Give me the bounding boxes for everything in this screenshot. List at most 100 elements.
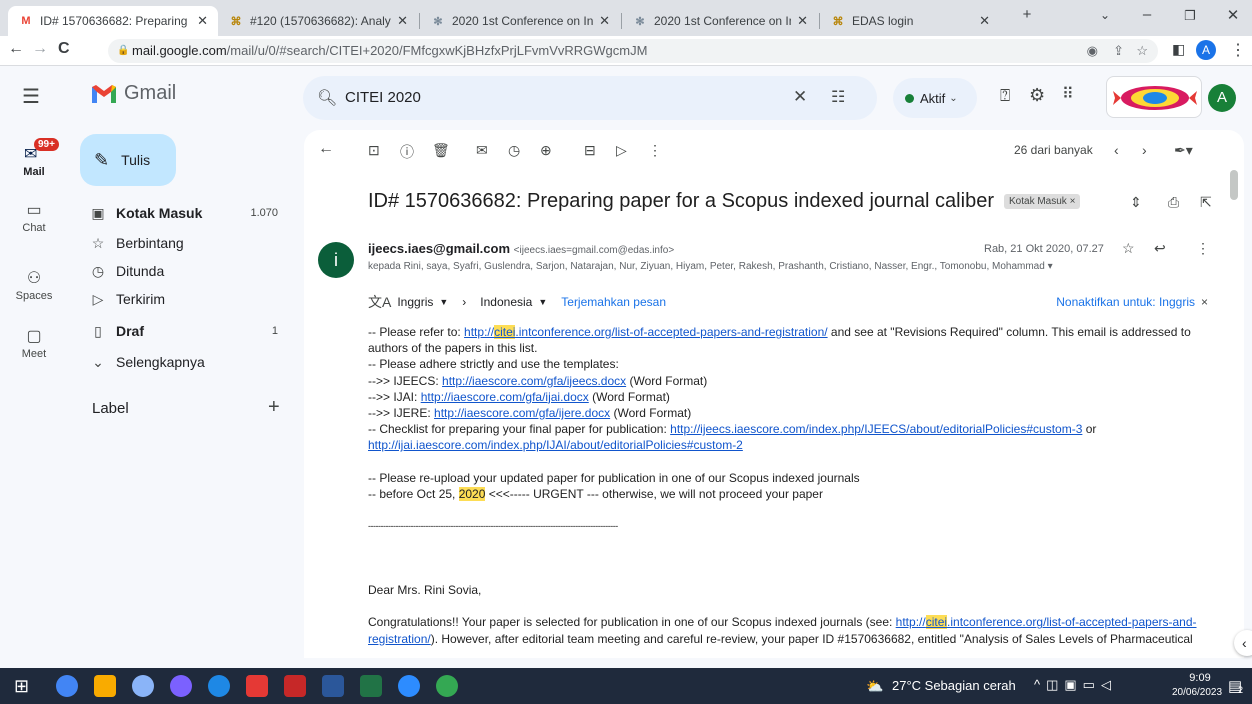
tray-icons[interactable]: ^◫▣▭◁ — [1034, 677, 1117, 693]
browser-tab-edas-login[interactable]: ⌘ EDAS login ✕ — [820, 6, 1000, 36]
add-task-icon[interactable]: ⊕ — [540, 142, 552, 159]
share-icon[interactable]: ⇪ — [1113, 39, 1124, 63]
winrar-icon[interactable] — [284, 675, 306, 697]
more-options-icon[interactable]: ⋮ — [1196, 240, 1210, 257]
ijere-template-link[interactable]: http://iaescore.com/gfa/ijere.docx — [434, 406, 610, 420]
archive-icon[interactable]: ⊡ — [368, 142, 380, 159]
new-tab-button[interactable]: + — [1012, 6, 1042, 23]
browser-tab-conference-2[interactable]: ✻ 2020 1st Conference on Inter ✕ — [622, 6, 818, 36]
reply-icon[interactable]: ↩ — [1154, 240, 1166, 257]
edge-taskbar-icon[interactable] — [208, 675, 230, 697]
back-arrow-icon[interactable]: ← — [8, 40, 24, 58]
account-avatar[interactable]: A — [1208, 84, 1236, 112]
ijeecs-template-link[interactable]: http://iaescore.com/gfa/ijeecs.docx — [442, 374, 626, 388]
newer-chevron-icon[interactable]: ‹ — [1114, 142, 1119, 158]
ijai-checklist-link[interactable]: http://ijai.iaescore.com/index.php/IJAI/… — [368, 438, 743, 452]
more-options-icon[interactable]: ⋮ — [648, 142, 662, 159]
help-icon[interactable]: ⍰ — [1000, 86, 1010, 106]
close-tab-icon[interactable]: ✕ — [599, 13, 610, 29]
address-bar[interactable]: 🔒 mail.google.com/mail/u/0/#search/CITEI… — [108, 39, 1158, 63]
rail-mail[interactable]: ✉ 99+ Mail — [0, 138, 68, 178]
minimize-button[interactable]: – — [1132, 6, 1162, 23]
side-panel-icon[interactable]: ◧ — [1172, 41, 1185, 58]
recipients-line[interactable]: kepada Rini, saya, Syafri, Guslendra, Sa… — [368, 261, 1053, 272]
search-input[interactable]: CITEI 2020 — [345, 89, 421, 106]
tab-search-icon[interactable]: ⌄ — [1090, 8, 1120, 22]
app-taskbar-icon[interactable] — [132, 675, 154, 697]
gmail-logo[interactable]: Gmail — [90, 82, 176, 105]
compose-button[interactable]: ✎ Tulis — [80, 134, 176, 186]
rail-spaces[interactable]: ⚇ Spaces — [0, 268, 68, 302]
expand-all-icon[interactable]: ⇕ — [1130, 194, 1142, 211]
nav-item-more[interactable]: ⌄ Selengkapnya — [80, 346, 290, 378]
add-label-icon[interactable]: + — [268, 396, 280, 419]
sender-name[interactable]: ijeecs.iaes@gmail.com — [368, 241, 510, 256]
main-menu-icon[interactable]: ☰ — [22, 84, 40, 109]
close-tab-icon[interactable]: ✕ — [979, 13, 990, 29]
delete-icon[interactable]: 🗑︎ — [432, 142, 450, 159]
clear-search-icon[interactable]: ✕ — [793, 87, 807, 107]
chrome-profile-icon[interactable] — [436, 675, 458, 697]
browser-tab-conference-1[interactable]: ✻ 2020 1st Conference on Inter ✕ — [420, 6, 620, 36]
search-icon[interactable]: 🔍︎ — [317, 88, 337, 108]
forward-arrow-icon[interactable]: → — [32, 40, 48, 58]
apps-grid-icon[interactable]: ⠿ — [1062, 84, 1074, 104]
back-to-list-icon[interactable]: ← — [318, 140, 334, 158]
close-icon[interactable]: × — [1201, 295, 1208, 309]
ijeecs-checklist-link[interactable]: http://ijeecs.iaescore.com/index.php/IJE… — [670, 422, 1082, 436]
move-to-icon[interactable]: ⊟ — [584, 142, 596, 159]
weather-text[interactable]: 27°C Sebagian cerah — [892, 678, 1016, 693]
rail-chat[interactable]: ▭ Chat — [0, 200, 68, 234]
browser-tab-edas-analysis[interactable]: ⌘ #120 (1570636682): Analysis ✕ — [218, 6, 418, 36]
report-spam-icon[interactable]: ⓘ — [400, 142, 414, 162]
profile-avatar[interactable]: A — [1196, 40, 1216, 60]
scrollbar-thumb[interactable] — [1230, 170, 1238, 200]
chrome-taskbar-icon[interactable] — [56, 675, 78, 697]
clock-date[interactable]: 20/06/2023 — [1172, 687, 1222, 698]
close-tab-icon[interactable]: ✕ — [397, 13, 408, 29]
label-chip[interactable]: Kotak Masuk × — [1004, 194, 1081, 209]
search-bar[interactable]: 🔍︎ CITEI 2020 ✕ ☷ — [303, 76, 877, 120]
target-language[interactable]: Indonesia — [480, 295, 532, 309]
input-tools-icon[interactable]: ✒▾ — [1174, 142, 1193, 159]
search-options-icon[interactable]: ☷ — [831, 87, 845, 107]
clock-time[interactable]: 9:09 — [1175, 672, 1225, 684]
close-tab-icon[interactable]: ✕ — [197, 13, 208, 29]
nav-item-inbox[interactable]: ▣ Kotak Masuk 1.070 — [80, 197, 290, 229]
rail-meet[interactable]: ▢ Meet — [0, 326, 68, 360]
zoom-icon[interactable] — [398, 675, 420, 697]
restore-button[interactable]: ❐ — [1175, 8, 1205, 24]
open-new-window-icon[interactable]: ⇱ — [1200, 194, 1212, 211]
mark-unread-icon[interactable]: ✉ — [476, 142, 488, 159]
browser-tab-gmail[interactable]: M ID# 1570636682: Preparing p ✕ — [8, 6, 218, 36]
word-icon[interactable] — [322, 675, 344, 697]
excel-icon[interactable] — [360, 675, 382, 697]
pdf-reader-icon[interactable] — [246, 675, 268, 697]
nav-item-drafts[interactable]: ▯ Draf 1 — [80, 315, 290, 347]
status-button[interactable]: Aktif ⌄ — [893, 78, 977, 118]
windows-start-icon[interactable]: ⊞ — [14, 676, 29, 697]
nav-item-sent[interactable]: ▷ Terkirim — [80, 283, 290, 315]
disable-translate-link[interactable]: Nonaktifkan untuk: Inggris — [1056, 295, 1195, 309]
organization-logo[interactable] — [1106, 76, 1202, 118]
registration-link[interactable]: registration/ — [368, 632, 431, 646]
close-tab-icon[interactable]: ✕ — [797, 13, 808, 29]
translate-message-link[interactable]: Terjemahkan pesan — [561, 295, 666, 309]
accepted-papers-link[interactable]: http://citei.intconference.org/list-of-a… — [896, 615, 1197, 630]
settings-gear-icon[interactable]: ⚙ — [1029, 85, 1045, 106]
print-icon[interactable]: ⎙ — [1168, 194, 1179, 211]
older-chevron-icon[interactable]: › — [1142, 142, 1147, 158]
sender-avatar[interactable]: i — [318, 242, 354, 278]
file-explorer-icon[interactable] — [94, 675, 116, 697]
accepted-papers-link[interactable]: http://citei.intconference.org/list-of-a… — [464, 325, 828, 339]
browser-menu-icon[interactable]: ⋮ — [1230, 40, 1246, 60]
bookmark-star-icon[interactable]: ☆ — [1136, 39, 1148, 63]
label-icon[interactable]: ▷ — [616, 142, 627, 159]
snooze-icon[interactable]: ◷ — [508, 142, 520, 159]
close-window-button[interactable]: ✕ — [1218, 6, 1248, 24]
app-taskbar-icon[interactable] — [170, 675, 192, 697]
source-language[interactable]: Inggris — [397, 295, 433, 309]
eye-icon[interactable]: ◉ — [1087, 39, 1098, 63]
ijai-template-link[interactable]: http://iaescore.com/gfa/ijai.docx — [421, 390, 589, 404]
reload-icon[interactable]: C — [58, 40, 70, 58]
